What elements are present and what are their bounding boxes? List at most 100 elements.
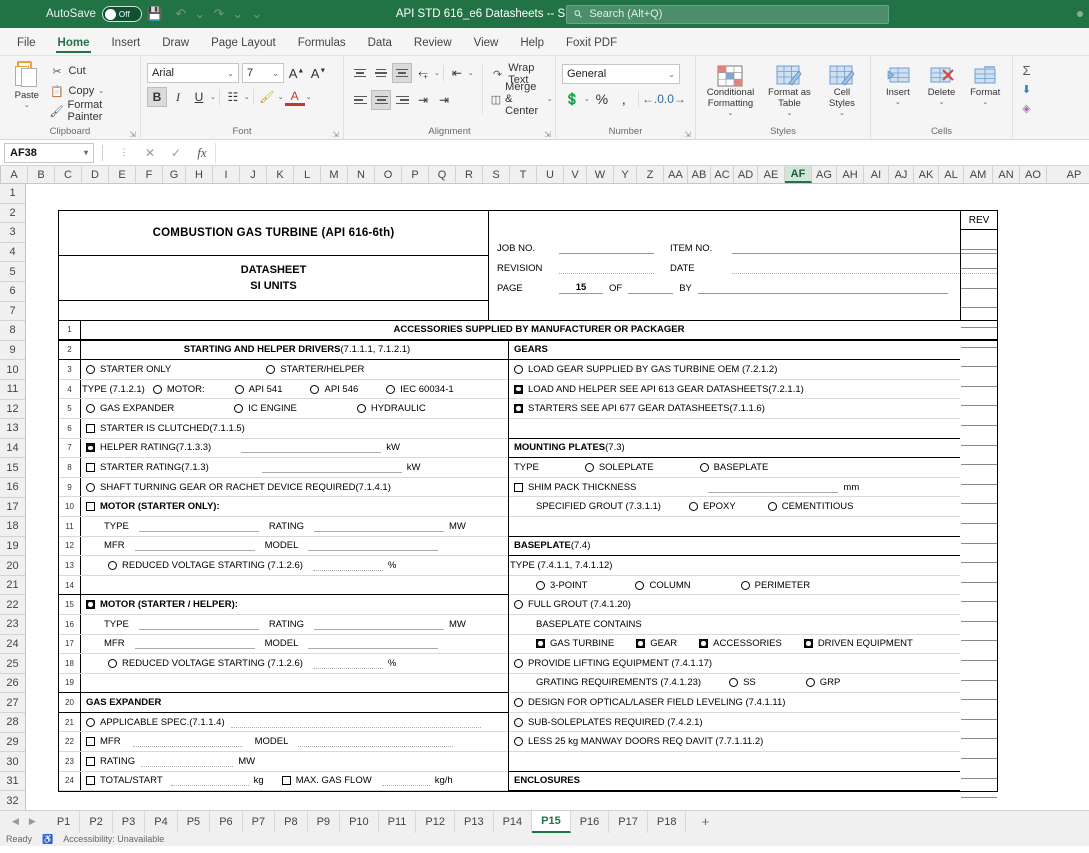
rev-cell[interactable]	[961, 524, 997, 544]
font-color-icon[interactable]: A	[285, 88, 305, 106]
rev-cell[interactable]	[961, 367, 997, 387]
copy-chevron-down-icon[interactable]: ⌄	[98, 87, 104, 95]
input-line[interactable]	[298, 736, 453, 747]
align-bottom-button[interactable]	[392, 63, 412, 83]
bold-button[interactable]: B	[147, 87, 167, 107]
comma-style-button[interactable]: ,	[614, 89, 634, 109]
accessibility-icon[interactable]: ♿	[42, 834, 53, 845]
column-header-L[interactable]: L	[294, 166, 321, 183]
insert-function-menu-icon[interactable]: ⋮	[111, 147, 137, 158]
column-header-E[interactable]: E	[109, 166, 136, 183]
decrease-indent-button[interactable]: ⇥	[413, 90, 433, 110]
orientation-chevron-down-icon[interactable]: ⌄	[434, 69, 440, 77]
input-line[interactable]	[135, 540, 255, 551]
row-header-10[interactable]: 10	[0, 360, 25, 380]
sheet-tab-P17[interactable]: P17	[609, 811, 648, 833]
column-header-AC[interactable]: AC	[711, 166, 734, 183]
rev-cell[interactable]	[961, 308, 997, 328]
row-header-2[interactable]: 2	[0, 204, 25, 224]
radio-button[interactable]	[585, 463, 594, 472]
row-header-31[interactable]: 31	[0, 772, 25, 792]
sheet-nav-arrows[interactable]: ◀ ▶	[0, 816, 48, 827]
cell-styles-button[interactable]: Cell Styles ⌄	[820, 65, 864, 117]
radio-button[interactable]	[86, 718, 95, 727]
paste-chevron-down-icon[interactable]: ⌄	[24, 101, 30, 109]
radio-button[interactable]	[108, 659, 117, 668]
input-line[interactable]	[141, 756, 233, 767]
sheet-tab-P13[interactable]: P13	[455, 811, 494, 833]
tab-draw[interactable]: Draw	[151, 33, 200, 55]
input-line[interactable]	[241, 442, 381, 453]
radio-button[interactable]	[729, 678, 738, 687]
rev-cell[interactable]	[961, 269, 997, 289]
radio-button[interactable]	[310, 385, 319, 394]
radio-button[interactable]	[768, 502, 777, 511]
column-header-AP[interactable]: AP	[1047, 166, 1089, 183]
align-right-button[interactable]	[392, 90, 412, 110]
align-left-button[interactable]	[350, 90, 370, 110]
column-header-Q[interactable]: Q	[429, 166, 456, 183]
insert-chevron-down-icon[interactable]: ⌄	[895, 98, 901, 106]
redo-icon[interactable]: ↷	[206, 1, 232, 27]
row-header-15[interactable]: 15	[0, 458, 25, 478]
tab-view[interactable]: View	[463, 33, 510, 55]
sheet-tab-P14[interactable]: P14	[494, 811, 533, 833]
rev-cell[interactable]	[961, 739, 997, 759]
rev-cell[interactable]	[961, 661, 997, 681]
radio-button[interactable]	[536, 581, 545, 590]
format-painter-button[interactable]: 🖌 Format Painter	[48, 101, 134, 121]
row-header-14[interactable]: 14	[0, 439, 25, 459]
column-header-AM[interactable]: AM	[964, 166, 993, 183]
function-icon[interactable]: fx	[189, 145, 215, 161]
autosum-icon[interactable]: Σ	[1019, 63, 1034, 78]
increase-decimal-icon[interactable]: ←.0	[643, 89, 663, 109]
radio-button[interactable]	[108, 561, 117, 570]
column-header-AO[interactable]: AO	[1020, 166, 1047, 183]
italic-button[interactable]: I	[168, 87, 188, 107]
number-format-select[interactable]: General ⌄	[562, 64, 680, 84]
row-header-19[interactable]: 19	[0, 537, 25, 557]
clipboard-dialog-launcher-icon[interactable]: ⇲	[129, 130, 136, 139]
radio-button[interactable]	[635, 581, 644, 590]
row-header-7[interactable]: 7	[0, 302, 25, 322]
tab-page-layout[interactable]: Page Layout	[200, 33, 287, 55]
worksheet[interactable]: COMBUSTION GAS TURBINE (API 616-6th) DAT…	[26, 184, 1089, 810]
radio-button[interactable]	[235, 385, 244, 394]
date-field[interactable]	[732, 262, 997, 274]
column-header-AB[interactable]: AB	[688, 166, 711, 183]
rev-cell[interactable]	[961, 641, 997, 661]
input-line[interactable]	[231, 717, 481, 728]
column-header-AI[interactable]: AI	[864, 166, 889, 183]
row-header-11[interactable]: 11	[0, 380, 25, 400]
merge-chevron-down-icon[interactable]: ⌄	[547, 95, 553, 103]
row-header-13[interactable]: 13	[0, 419, 25, 439]
tab-formulas[interactable]: Formulas	[287, 33, 357, 55]
row-header-25[interactable]: 25	[0, 654, 25, 674]
column-header-N[interactable]: N	[348, 166, 375, 183]
font-dialog-launcher-icon[interactable]: ⇲	[332, 130, 339, 139]
paste-button[interactable]: Paste ⌄	[6, 59, 48, 109]
borders-chevron-down-icon[interactable]: ⌄	[244, 93, 250, 101]
checkbox[interactable]	[86, 776, 95, 785]
sheet-tab-P4[interactable]: P4	[145, 811, 177, 833]
rev-cell[interactable]	[961, 504, 997, 524]
accounting-format-icon[interactable]: 💲	[562, 89, 582, 109]
of-field[interactable]	[628, 282, 673, 294]
checkbox[interactable]	[86, 463, 95, 472]
underline-chevron-down-icon[interactable]: ⌄	[210, 93, 216, 101]
rev-cell[interactable]	[961, 622, 997, 642]
redo-chevron-down-icon[interactable]: ⌄	[232, 1, 244, 27]
input-line[interactable]	[382, 775, 430, 786]
tab-review[interactable]: Review	[403, 33, 463, 55]
radio-button[interactable]	[266, 365, 275, 374]
confirm-icon[interactable]: ✓	[163, 146, 189, 160]
row-header-4[interactable]: 4	[0, 243, 25, 263]
select-all-corner[interactable]	[0, 166, 1, 183]
rev-cell[interactable]	[961, 289, 997, 309]
checkbox[interactable]	[86, 502, 95, 511]
checkbox[interactable]	[86, 424, 95, 433]
fill-color-chevron-down-icon[interactable]: ⌄	[278, 93, 284, 101]
radio-button[interactable]	[357, 404, 366, 413]
checkbox[interactable]	[514, 404, 523, 413]
radio-button[interactable]	[86, 365, 95, 374]
